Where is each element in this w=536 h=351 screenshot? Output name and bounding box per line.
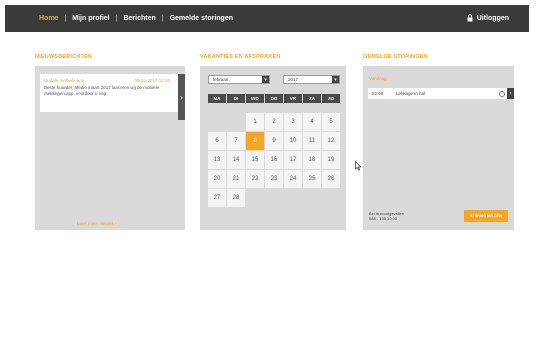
weekday-header: ZA [303,94,321,103]
calendar-day[interactable]: 5 [322,113,340,131]
weekday-header: MA [208,94,226,103]
calendar-day[interactable]: 21 [227,170,245,188]
news-panel: Update mobiele app 06-02-2017 12:10 Best… [35,66,185,230]
month-select[interactable]: februari ▾ [208,75,270,84]
weekday-header: WO [246,94,264,103]
calendar-day[interactable]: 25 [303,170,321,188]
calendar-day[interactable]: 18 [303,151,321,169]
calendar-day[interactable]: 27 [208,189,226,207]
nav-separator: | [64,15,67,22]
news-card-date: 06-02-2017 12:10 [134,78,170,83]
nav-my-profile[interactable]: Mijn profiel [72,15,109,22]
logout-label: Uitloggen [476,14,509,22]
calendar-day[interactable]: 24 [284,170,302,188]
outages-day-label: Vandaag [369,76,387,81]
calendar-day[interactable]: 28 [227,189,245,207]
nav-separator: | [115,15,118,22]
news-card[interactable]: Update mobiele app 06-02-2017 12:10 Best… [40,74,178,112]
nav-reported-outages[interactable]: Gemelde storingen [170,15,233,22]
nav-messages[interactable]: Berichten [123,15,155,22]
emergency-phone: 088 - 155 10 00 [369,216,398,221]
calendar-day[interactable]: 22 [246,170,264,188]
report-outage-button[interactable]: STORING MELDEN [464,210,508,222]
outages-section-title: GEMELDE STORINGEN [363,54,428,60]
chevron-down-icon: ▾ [262,76,269,83]
calendar-day[interactable]: 9 [265,132,283,150]
calendar-day[interactable]: 7 [227,132,245,150]
calendar-day[interactable]: 6 [208,132,226,150]
chevron-down-icon: ▾ [332,76,339,83]
news-card-heading: Update mobiele app [44,78,85,83]
calendar-day[interactable]: 14 [227,151,245,169]
nav-home[interactable]: Home [39,15,58,22]
weekday-header: ZO [322,94,340,103]
calendar-day[interactable]: 23 [265,170,283,188]
calendar-empty-cell [208,113,226,131]
calendar-day[interactable]: 20 [208,170,226,188]
calendar-day[interactable]: 13 [208,151,226,169]
outage-description: Lekkage in hal [396,91,426,96]
nav-separator: | [161,15,164,22]
main-nav: Home | Mijn profiel | Berichten | Gemeld… [39,15,233,22]
calendar-section-title: VAKANTIES EN AFSPRAKEN [200,54,281,60]
chevron-right-icon[interactable]: › [507,88,514,99]
weekday-header: DI [227,94,245,103]
outage-time: 22:00 [372,91,384,96]
calendar-grid: MA DI WO DO VR ZA ZO 1 2 3 4 5 6 7 8 9 10 11 12 13 14 15 16 17 1… [208,94,340,207]
calendar-day[interactable]: 11 [303,132,321,150]
outage-radio[interactable] [499,91,505,97]
calendar-empty-cell [227,113,245,131]
calendar-day[interactable]: 2 [265,113,283,131]
news-card-body: Beste huurder, Medio maart 2017 lanceren… [44,85,160,96]
mouse-cursor-icon [355,158,362,176]
calendar-day[interactable]: 17 [284,151,302,169]
calendar-day[interactable]: 8 [246,132,264,150]
calendar-day[interactable]: 26 [322,170,340,188]
calendar-day[interactable]: 19 [322,151,340,169]
calendar-day[interactable]: 16 [265,151,283,169]
calendar-day[interactable]: 15 [246,151,264,169]
logout-button[interactable]: Uitloggen [467,14,509,22]
calendar-day[interactable]: 4 [303,113,321,131]
news-section-title: NIEUWSBERICHTEN [35,54,93,60]
more-news-link[interactable]: Lees meer nieuws › [77,221,116,226]
lock-icon [467,14,473,22]
outages-panel: Vandaag 22:00 Lekkage in hal › Bel in no… [363,66,514,230]
top-navigation-bar: Home | Mijn profiel | Berichten | Gemeld… [5,5,529,32]
year-select[interactable]: 2017 ▾ [283,75,340,84]
calendar-day[interactable]: 12 [322,132,340,150]
weekday-header: VR [284,94,302,103]
calendar-day[interactable]: 3 [284,113,302,131]
month-select-value: februari [213,77,229,82]
calendar-day[interactable]: 10 [284,132,302,150]
calendar-panel: februari ▾ 2017 ▾ MA DI WO DO VR ZA ZO 1 2 3 4 5 6 7 8… [200,66,346,230]
chevron-right-icon[interactable]: › [178,74,185,120]
weekday-header: DO [265,94,283,103]
emergency-help: Bel in noodgevallen 088 - 155 10 00 [369,211,404,221]
outage-row[interactable]: 22:00 Lekkage in hal › [368,88,514,99]
year-select-value: 2017 [288,77,299,82]
calendar-day[interactable]: 1 [246,113,264,131]
